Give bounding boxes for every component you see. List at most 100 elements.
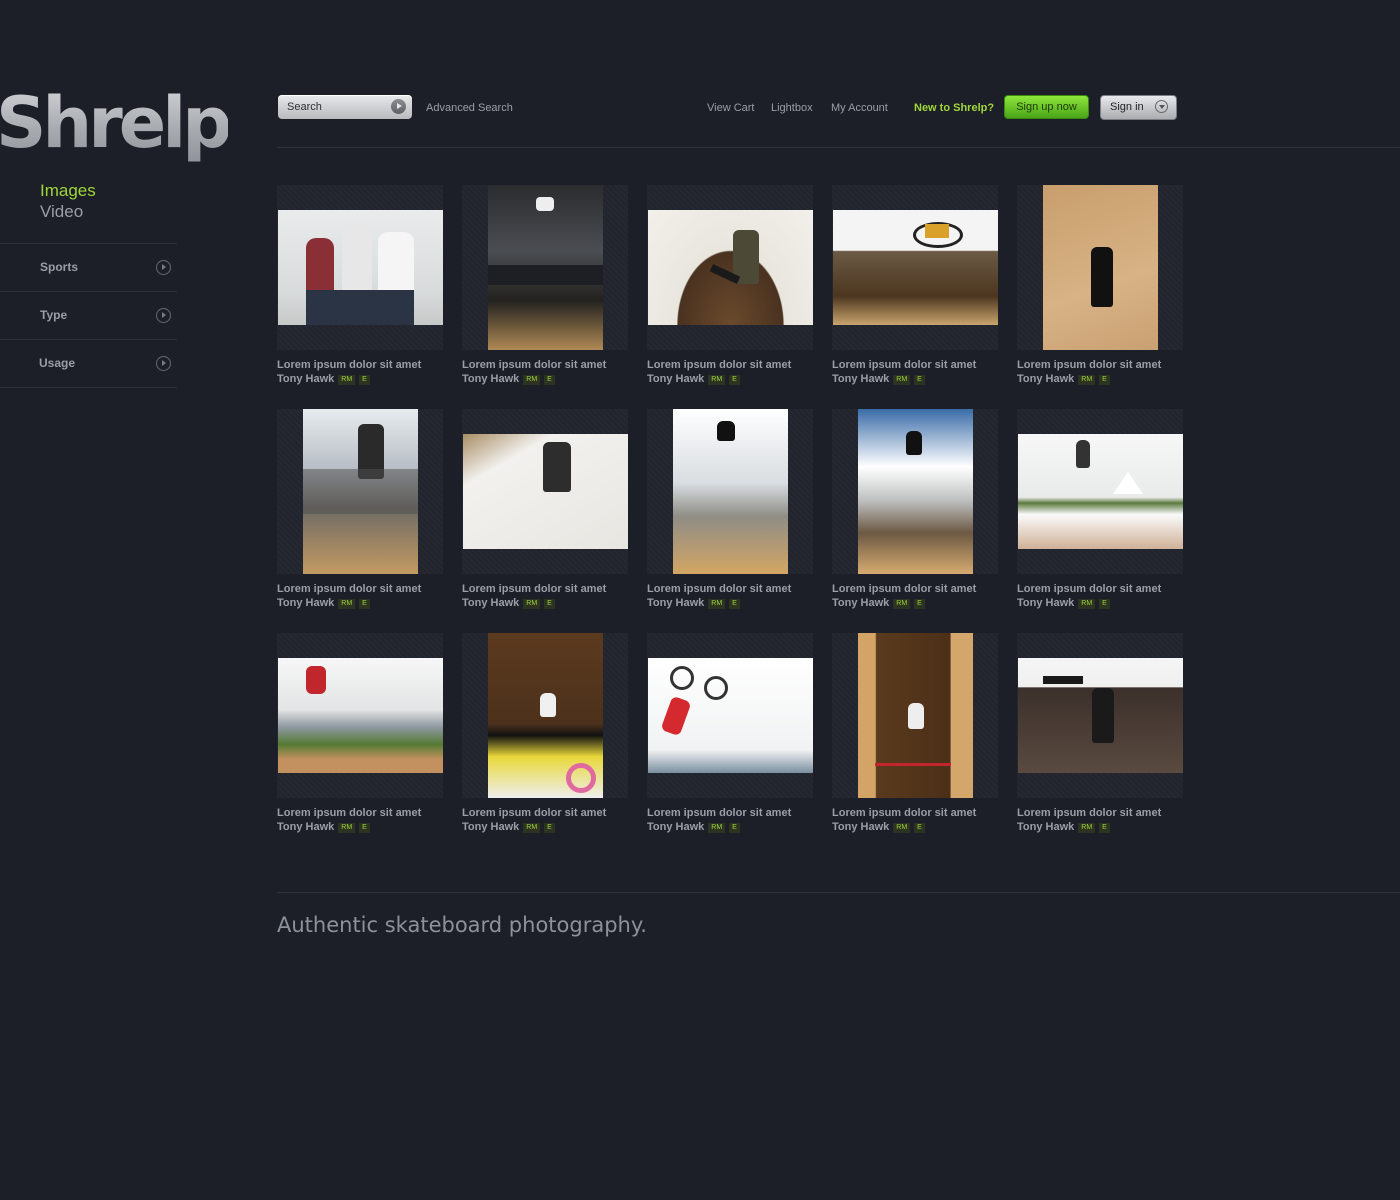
result-title[interactable]: Lorem ipsum dolor sit amet [832,583,976,595]
result-author-line: Tony Hawk RM E [277,821,370,833]
advanced-search-link[interactable]: Advanced Search [426,102,513,114]
result-title[interactable]: Lorem ipsum dolor sit amet [462,807,606,819]
license-badge-e: E [914,599,925,609]
result-author[interactable]: Tony Hawk [1017,373,1074,385]
result-title[interactable]: Lorem ipsum dolor sit amet [832,807,976,819]
license-badge-rm: RM [708,823,726,833]
chevron-right-icon [156,308,171,323]
thumbnail-frame [647,633,813,798]
license-badge-e: E [729,823,740,833]
thumbnail-image[interactable] [1018,434,1183,549]
result-title[interactable]: Lorem ipsum dolor sit amet [462,359,606,371]
result-author[interactable]: Tony Hawk [462,821,519,833]
result-card[interactable]: Lorem ipsum dolor sit amet Tony Hawk RM E [462,185,628,395]
result-card[interactable]: Lorem ipsum dolor sit amet Tony Hawk RM E [647,185,813,395]
thumbnail-frame [647,185,813,350]
result-author[interactable]: Tony Hawk [1017,597,1074,609]
result-card[interactable]: Lorem ipsum dolor sit amet Tony Hawk RM E [277,409,443,619]
my-account-link[interactable]: My Account [831,102,888,114]
license-badge-e: E [544,599,555,609]
result-title[interactable]: Lorem ipsum dolor sit amet [277,583,421,595]
result-author[interactable]: Tony Hawk [277,597,334,609]
thumbnail-image[interactable] [648,658,813,773]
result-card[interactable]: Lorem ipsum dolor sit amet Tony Hawk RM E [647,409,813,619]
result-title[interactable]: Lorem ipsum dolor sit amet [647,359,791,371]
result-author[interactable]: Tony Hawk [647,597,704,609]
search-input[interactable] [287,100,382,114]
result-card[interactable]: Lorem ipsum dolor sit amet Tony Hawk RM E [1017,185,1183,395]
search-submit-icon[interactable] [391,99,406,114]
filter-usage[interactable]: Usage [0,340,177,388]
thumbnail-image[interactable] [1018,658,1183,773]
thumbnail-image[interactable] [648,210,813,325]
result-card[interactable]: Lorem ipsum dolor sit amet Tony Hawk RM E [462,633,628,843]
nav-images[interactable]: Images [40,180,96,201]
thumbnail-image[interactable] [463,434,628,549]
thumbnail-image[interactable] [1043,185,1158,350]
result-card[interactable]: Lorem ipsum dolor sit amet Tony Hawk RM E [277,185,443,395]
sign-up-button[interactable]: Sign up now [1004,95,1089,119]
shrelp-logo[interactable]: Shrelp [0,78,232,168]
result-card[interactable]: Lorem ipsum dolor sit amet Tony Hawk RM E [1017,409,1183,619]
result-author[interactable]: Tony Hawk [647,821,704,833]
result-card[interactable]: Lorem ipsum dolor sit amet Tony Hawk RM E [462,409,628,619]
result-card[interactable]: Lorem ipsum dolor sit amet Tony Hawk RM E [1017,633,1183,843]
result-title[interactable]: Lorem ipsum dolor sit amet [1017,807,1161,819]
result-card[interactable]: Lorem ipsum dolor sit amet Tony Hawk RM E [832,409,998,619]
result-title[interactable]: Lorem ipsum dolor sit amet [832,359,976,371]
thumbnail-image[interactable] [858,409,973,574]
thumbnail-image[interactable] [833,210,998,325]
nav-video[interactable]: Video [40,201,96,222]
result-author[interactable]: Tony Hawk [832,373,889,385]
thumbnail-image[interactable] [488,633,603,798]
result-title[interactable]: Lorem ipsum dolor sit amet [1017,359,1161,371]
sign-in-label: Sign in [1110,101,1144,113]
search-box [278,95,412,119]
license-badge-rm: RM [1078,375,1096,385]
result-card[interactable]: Lorem ipsum dolor sit amet Tony Hawk RM E [832,633,998,843]
result-title[interactable]: Lorem ipsum dolor sit amet [1017,583,1161,595]
result-author-line: Tony Hawk RM E [1017,821,1110,833]
thumbnail-frame [647,409,813,574]
result-author[interactable]: Tony Hawk [462,597,519,609]
new-user-prompt[interactable]: New to Shrelp? [914,102,994,114]
license-badge-e: E [359,375,370,385]
thumbnail-frame [277,409,443,574]
license-badge-rm: RM [338,375,356,385]
result-card[interactable]: Lorem ipsum dolor sit amet Tony Hawk RM E [647,633,813,843]
thumbnail-image[interactable] [673,409,788,574]
result-author[interactable]: Tony Hawk [647,373,704,385]
thumbnail-image[interactable] [278,210,443,325]
lightbox-link[interactable]: Lightbox [771,102,813,114]
result-author[interactable]: Tony Hawk [277,821,334,833]
result-author-line: Tony Hawk RM E [647,821,740,833]
thumbnail-image[interactable] [303,409,418,574]
license-badge-e: E [544,823,555,833]
result-title[interactable]: Lorem ipsum dolor sit amet [277,807,421,819]
result-title[interactable]: Lorem ipsum dolor sit amet [277,359,421,371]
filter-type[interactable]: Type [0,292,177,340]
result-author[interactable]: Tony Hawk [277,373,334,385]
thumbnail-frame [1017,185,1183,350]
view-cart-link[interactable]: View Cart [707,102,754,114]
result-title[interactable]: Lorem ipsum dolor sit amet [647,583,791,595]
result-card[interactable]: Lorem ipsum dolor sit amet Tony Hawk RM E [832,185,998,395]
result-author-line: Tony Hawk RM E [832,373,925,385]
sign-in-button[interactable]: Sign in [1100,95,1177,120]
result-author[interactable]: Tony Hawk [832,821,889,833]
result-author[interactable]: Tony Hawk [462,373,519,385]
result-title[interactable]: Lorem ipsum dolor sit amet [647,807,791,819]
chevron-down-icon[interactable] [1155,100,1168,113]
license-badge-e: E [1099,375,1110,385]
license-badge-rm: RM [1078,599,1096,609]
thumbnail-frame [462,633,628,798]
filter-sports[interactable]: Sports [0,244,177,292]
result-title[interactable]: Lorem ipsum dolor sit amet [462,583,606,595]
result-card[interactable]: Lorem ipsum dolor sit amet Tony Hawk RM E [277,633,443,843]
license-badge-rm: RM [893,599,911,609]
result-author[interactable]: Tony Hawk [832,597,889,609]
thumbnail-image[interactable] [488,185,603,350]
result-author[interactable]: Tony Hawk [1017,821,1074,833]
thumbnail-image[interactable] [858,633,973,798]
thumbnail-image[interactable] [278,658,443,773]
